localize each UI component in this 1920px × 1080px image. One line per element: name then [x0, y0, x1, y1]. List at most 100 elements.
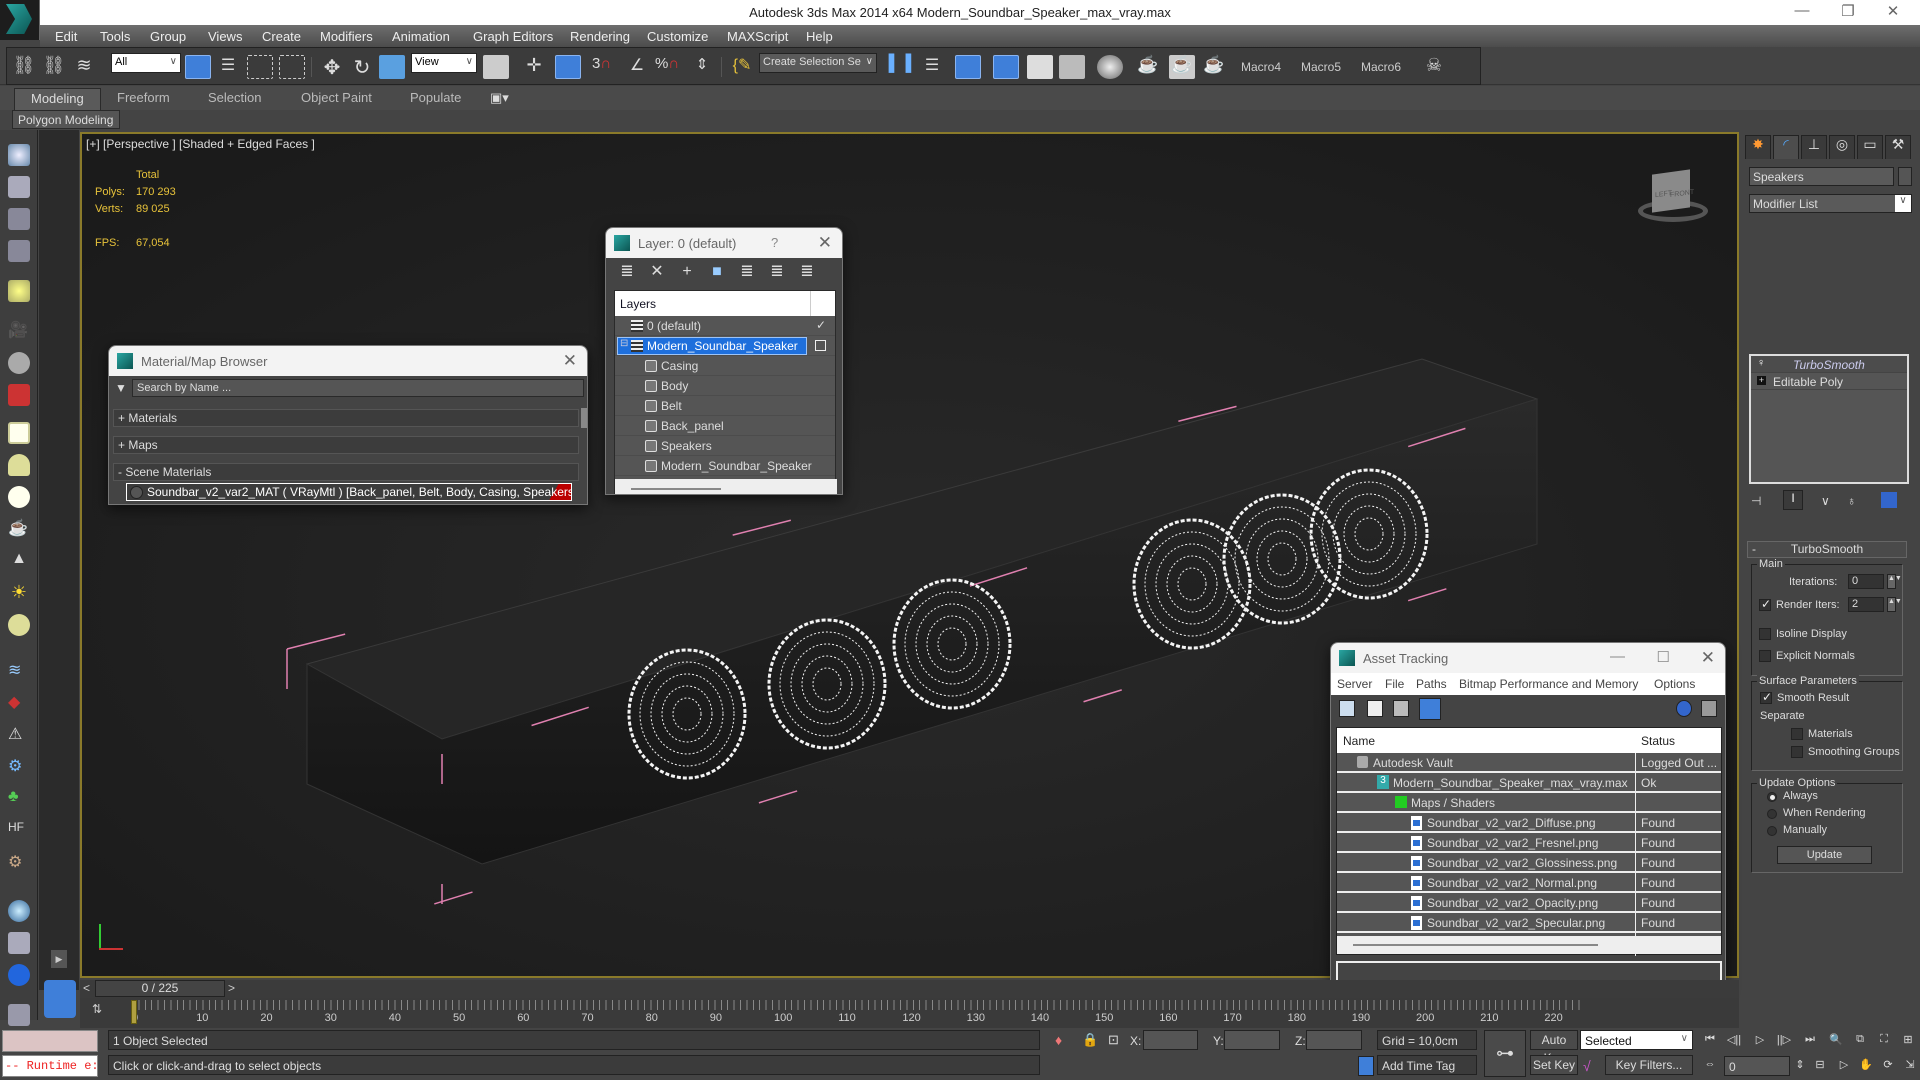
- asset-row[interactable]: Soundbar_v2_var2_Fresnel.png Found: [1337, 833, 1721, 853]
- add-to-layer-icon[interactable]: +: [678, 263, 696, 281]
- sun-icon[interactable]: ☀: [8, 582, 30, 604]
- layer-object-row[interactable]: Body: [615, 376, 835, 396]
- asset-row[interactable]: Soundbar_v2_var2_Specular.png Found: [1337, 913, 1721, 933]
- select-by-name-icon[interactable]: ☰: [215, 55, 241, 79]
- menu-options[interactable]: Options: [1654, 677, 1695, 691]
- tab-freeform[interactable]: Freeform: [117, 90, 170, 105]
- menu-modifiers[interactable]: Modifiers: [320, 29, 373, 44]
- layer-object-row[interactable]: Belt: [615, 396, 835, 416]
- menu-file[interactable]: File: [1385, 677, 1404, 691]
- layer-row[interactable]: 0 (default) ✓: [615, 316, 835, 336]
- macro4-button[interactable]: Macro4: [1241, 60, 1281, 74]
- material-editor-icon[interactable]: [1097, 55, 1123, 79]
- zoom-extents-icon[interactable]: ⛶: [1874, 1033, 1894, 1051]
- go-to-start-icon[interactable]: ⏮: [1700, 1033, 1720, 1051]
- time-slider-playhead[interactable]: [131, 1000, 137, 1024]
- menu-views[interactable]: Views: [208, 29, 242, 44]
- collapse-icon[interactable]: ⊟: [620, 338, 628, 349]
- explicit-normals-checkbox[interactable]: [1759, 650, 1771, 662]
- keyboard-shortcut-override-icon[interactable]: [555, 55, 581, 79]
- edit-named-selection-icon[interactable]: {✎: [729, 55, 755, 79]
- material-sphere-icon[interactable]: [8, 964, 30, 986]
- rectangular-selection-icon[interactable]: [247, 55, 273, 79]
- zoom-all-icon[interactable]: ⧉: [1850, 1033, 1870, 1051]
- smooth-result-checkbox[interactable]: [1760, 690, 1772, 704]
- help-button[interactable]: ?: [771, 235, 778, 250]
- refresh-icon[interactable]: [1339, 700, 1355, 717]
- spot-light-icon[interactable]: ▲: [8, 550, 30, 572]
- decal-icon[interactable]: ⚙: [8, 756, 30, 778]
- help-icon[interactable]: [1676, 700, 1692, 717]
- current-layer-check-icon[interactable]: ✓: [816, 318, 826, 332]
- tab-selection[interactable]: Selection: [208, 90, 261, 105]
- proxy-icon[interactable]: ◆: [8, 692, 30, 714]
- hair-icon[interactable]: HF: [8, 820, 30, 842]
- asset-row[interactable]: Soundbar_v2_var2_Glossiness.png Found: [1337, 853, 1721, 873]
- panel-icon[interactable]: [8, 208, 30, 230]
- configure-modifier-sets-icon[interactable]: [1881, 492, 1897, 508]
- field-of-view-icon[interactable]: ▷: [1834, 1058, 1854, 1076]
- render-iters-checkbox[interactable]: [1759, 597, 1771, 611]
- bind-to-space-warp-icon[interactable]: ≋: [71, 55, 97, 79]
- select-object-icon[interactable]: [185, 55, 211, 79]
- render-window-icon[interactable]: [8, 176, 30, 198]
- expand-icon[interactable]: +: [1757, 376, 1766, 385]
- isolate-selection-icon[interactable]: ♦: [1055, 1032, 1062, 1048]
- menu-bitmap-performance[interactable]: Bitmap Performance and Memory: [1459, 677, 1638, 691]
- ies-light-icon[interactable]: [8, 614, 30, 636]
- time-slider[interactable]: 0 / 225: [95, 980, 225, 997]
- maxscript-listener-input[interactable]: [2, 1030, 98, 1052]
- polygon-modeling-panel[interactable]: Polygon Modeling: [12, 110, 120, 129]
- asset-row[interactable]: Soundbar_v2_var2_Opacity.png Found: [1337, 893, 1721, 913]
- percent-snap-icon[interactable]: %∩: [655, 55, 681, 79]
- layer-window-titlebar[interactable]: Layer: 0 (default) ? ✕: [606, 228, 842, 258]
- layer-object-row[interactable]: Speakers: [615, 436, 835, 456]
- set-key-icon[interactable]: ⊶: [1484, 1030, 1526, 1077]
- camera-sphere-icon[interactable]: [8, 352, 30, 374]
- layer-object-row[interactable]: Modern_Soundbar_Speaker: [615, 456, 835, 476]
- environment-icon[interactable]: [8, 900, 30, 922]
- time-next-button[interactable]: >: [228, 981, 235, 995]
- search-input[interactable]: Search by Name ...: [132, 379, 584, 397]
- absolute-mode-icon[interactable]: ⊡: [1108, 1032, 1119, 1048]
- orbit-icon[interactable]: ⟳: [1878, 1058, 1898, 1076]
- layer-manager-icon[interactable]: [955, 55, 981, 79]
- scrollbar[interactable]: [581, 408, 587, 428]
- go-to-end-icon[interactable]: ⏭: [1800, 1033, 1820, 1051]
- y-coordinate-input[interactable]: [1224, 1030, 1280, 1050]
- macro6-button[interactable]: Macro6: [1361, 60, 1401, 74]
- select-and-scale-icon[interactable]: [379, 55, 405, 79]
- plane-light-icon[interactable]: [8, 422, 30, 444]
- application-button[interactable]: [0, 0, 40, 40]
- menu-graph-editors[interactable]: Graph Editors: [473, 29, 553, 44]
- menu-edit[interactable]: Edit: [55, 29, 77, 44]
- menu-rendering[interactable]: Rendering: [570, 29, 630, 44]
- separate-smoothing-groups-checkbox[interactable]: [1791, 746, 1803, 758]
- zoom-extents-all-icon[interactable]: ⊞: [1898, 1033, 1918, 1051]
- curve-editor-icon[interactable]: [1027, 55, 1053, 79]
- close-icon[interactable]: ✕: [1701, 648, 1715, 668]
- render-setup-icon[interactable]: ☕: [1135, 55, 1161, 79]
- tab-motion[interactable]: ◎: [1829, 135, 1855, 159]
- ribbon-options-icon[interactable]: ▣▾: [490, 90, 509, 106]
- time-prev-button[interactable]: <: [83, 981, 90, 995]
- asset-row[interactable]: Maps / Shaders: [1337, 793, 1721, 813]
- frame-buffer-icon[interactable]: [8, 932, 30, 954]
- angle-snap-icon[interactable]: ∠: [624, 55, 650, 79]
- expand-arrow-icon[interactable]: ▶: [51, 950, 67, 968]
- plant-icon[interactable]: ♣: [8, 788, 30, 810]
- key-filters-button[interactable]: Key Filters...: [1605, 1055, 1693, 1075]
- viewport-label[interactable]: [+] [Perspective ] [Shaded + Edged Faces…: [86, 137, 315, 151]
- viewcube-box[interactable]: LEFT FRONT: [1652, 169, 1694, 213]
- macro5-button[interactable]: Macro5: [1301, 60, 1341, 74]
- fur-icon[interactable]: ≋: [8, 660, 30, 682]
- curve-editor-mini-icon[interactable]: ⇅: [92, 1002, 110, 1022]
- tab-hierarchy[interactable]: ⊥: [1801, 135, 1827, 159]
- camera-icon[interactable]: 🎥: [8, 320, 30, 342]
- tangent-icon[interactable]: √: [1583, 1058, 1591, 1074]
- pivot-center-icon[interactable]: [483, 55, 509, 79]
- menu-customize[interactable]: Customize: [647, 29, 708, 44]
- scene-explorer-icon[interactable]: [993, 55, 1019, 79]
- mesh-light-icon[interactable]: ☕: [8, 518, 30, 540]
- snaps-toggle-icon[interactable]: 3∩: [592, 55, 618, 79]
